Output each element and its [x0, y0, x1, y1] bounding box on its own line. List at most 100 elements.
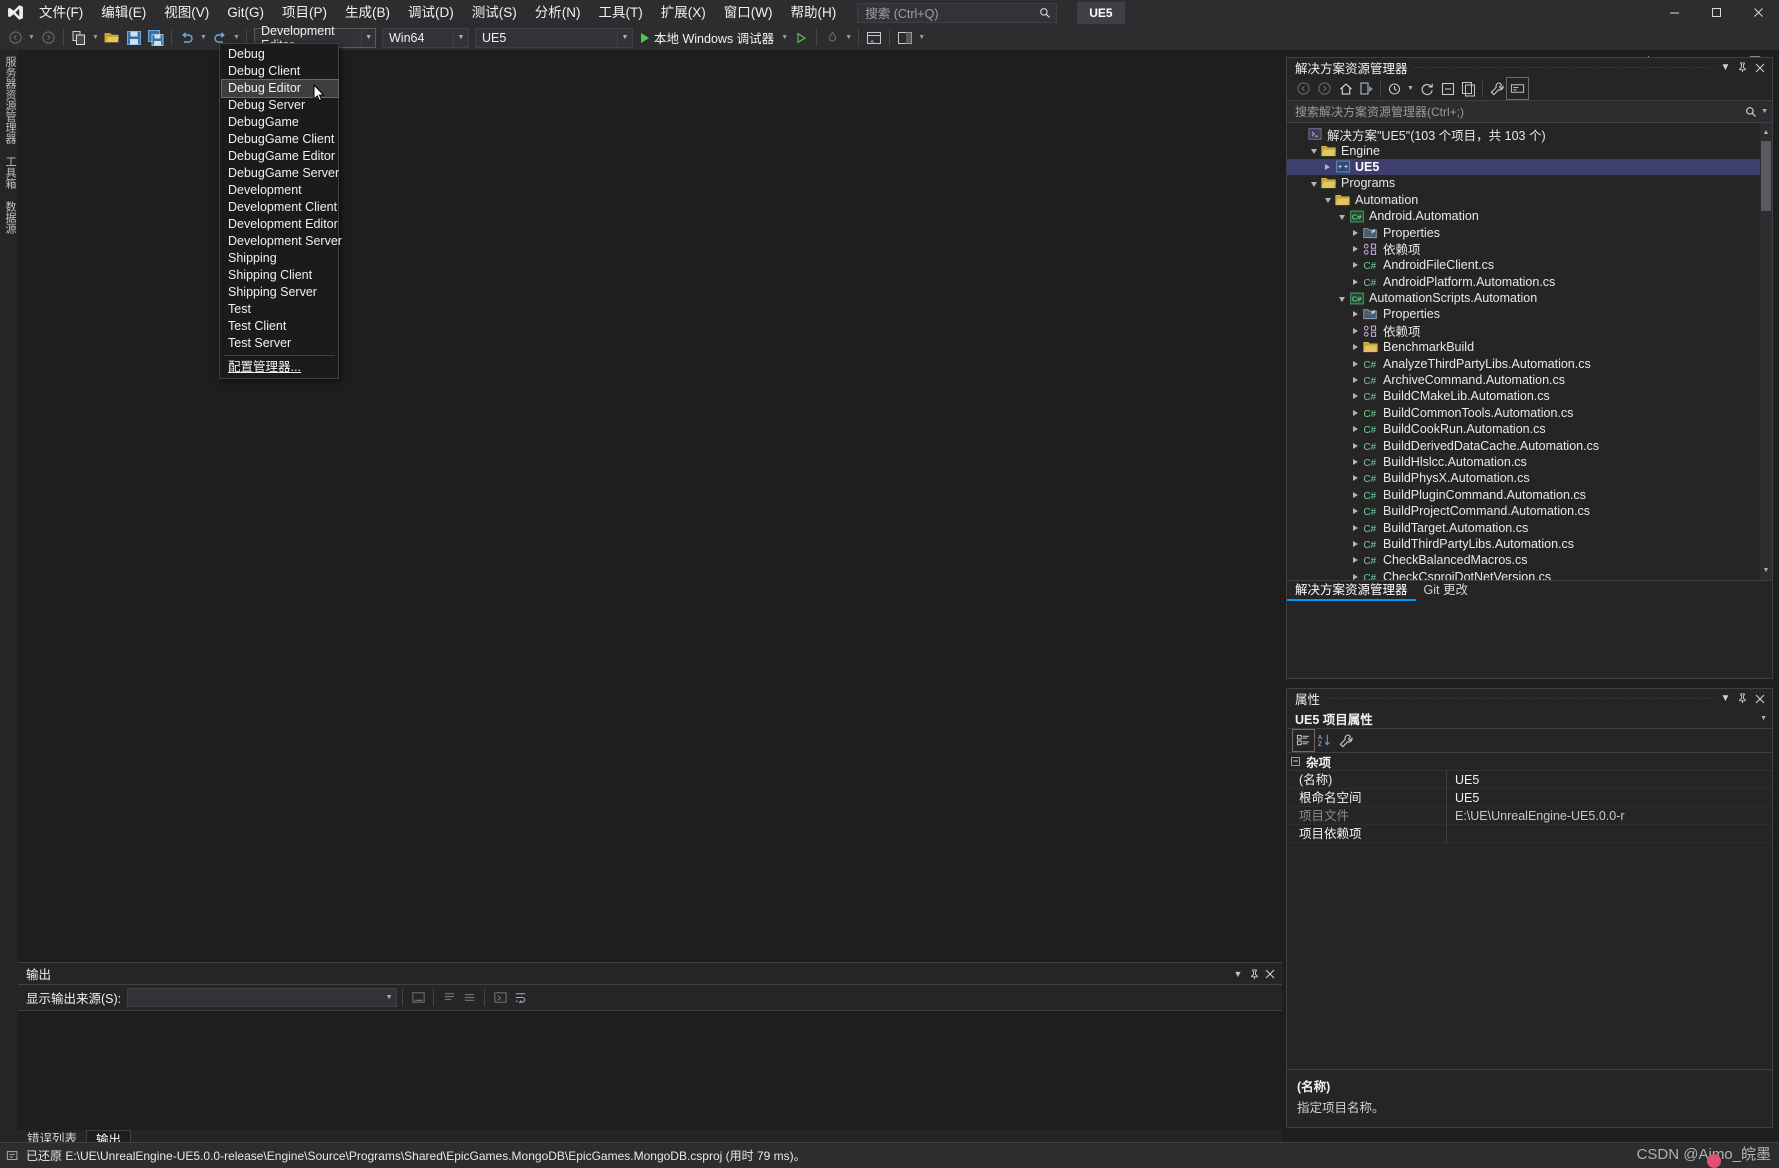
refresh-icon[interactable]: [1416, 78, 1437, 99]
rail-tab-data-sources[interactable]: 数据源: [0, 195, 20, 240]
drag-handle[interactable]: [1413, 58, 1711, 77]
hot-reload-dropdown-icon[interactable]: ▼: [843, 27, 854, 49]
tree-item[interactable]: C# ArchiveCommand.Automation.cs: [1287, 372, 1772, 388]
property-value[interactable]: E:\UE\UnrealEngine-UE5.0.0-r: [1447, 807, 1772, 825]
config-option-shipping-server[interactable]: Shipping Server: [222, 284, 338, 301]
property-row[interactable]: 根命名空间 UE5: [1287, 788, 1772, 807]
chevron-right-icon[interactable]: [1349, 405, 1362, 421]
chevron-right-icon[interactable]: [1349, 241, 1362, 257]
tree-item[interactable]: + + UE5: [1287, 158, 1772, 176]
properties-icon[interactable]: [1486, 78, 1507, 99]
menu-project[interactable]: 项目(P): [273, 0, 336, 25]
layout-icon[interactable]: [894, 27, 916, 49]
chevron-right-icon[interactable]: [1349, 372, 1362, 388]
navigate-back-icon[interactable]: [4, 27, 26, 49]
preview-selected-items-icon[interactable]: [1506, 77, 1529, 100]
chevron-right-icon[interactable]: [1349, 339, 1362, 355]
config-option-debuggame[interactable]: DebugGame: [222, 114, 338, 131]
tree-item[interactable]: Programs: [1287, 175, 1772, 191]
chevron-down-icon[interactable]: ▼: [1405, 78, 1416, 99]
close-icon[interactable]: [1262, 963, 1278, 985]
tree-item[interactable]: C# AnalyzeThirdPartyLibs.Automation.cs: [1287, 355, 1772, 371]
config-option-debug[interactable]: Debug: [222, 46, 338, 63]
hot-reload-icon[interactable]: [821, 27, 843, 49]
collapse-all-icon[interactable]: [1437, 78, 1458, 99]
config-option-shipping[interactable]: Shipping: [222, 250, 338, 267]
menu-analyze[interactable]: 分析(N): [526, 0, 590, 25]
chevron-down-icon[interactable]: ▼: [1230, 963, 1246, 985]
tree-item[interactable]: C# BuildCommonTools.Automation.cs: [1287, 405, 1772, 421]
output-text-area[interactable]: [18, 1011, 1282, 1129]
tree-item[interactable]: Properties: [1287, 306, 1772, 322]
drag-handle[interactable]: [1326, 689, 1711, 708]
property-pages-icon[interactable]: [1335, 730, 1356, 751]
chevron-down-icon[interactable]: ▼: [1717, 58, 1734, 77]
tree-item[interactable]: C# AndroidFileClient.cs: [1287, 257, 1772, 273]
menu-edit[interactable]: 编辑(E): [92, 0, 155, 25]
save-all-icon[interactable]: [145, 27, 167, 49]
chevron-right-icon[interactable]: [1349, 388, 1362, 404]
chevron-right-icon[interactable]: [1349, 438, 1362, 454]
properties-grid[interactable]: − 杂项 (名称) UE5 根命名空间 UE5 项目文件 E:\UE\UnrealEngi…: [1287, 753, 1772, 1021]
rail-tab-toolbox[interactable]: 工具箱: [0, 150, 20, 195]
chevron-right-icon[interactable]: [1349, 536, 1362, 552]
chevron-down-icon[interactable]: [1307, 175, 1320, 191]
menu-extensions[interactable]: 扩展(X): [652, 0, 715, 25]
menu-tools[interactable]: 工具(T): [590, 0, 652, 25]
config-option-debug-client[interactable]: Debug Client: [222, 63, 338, 80]
tree-item[interactable]: C# BuildThirdPartyLibs.Automation.cs: [1287, 536, 1772, 552]
config-option-debug-editor[interactable]: Debug Editor: [221, 79, 339, 98]
chevron-down-icon[interactable]: ▼: [1760, 715, 1767, 722]
chevron-right-icon[interactable]: [1349, 520, 1362, 536]
chevron-right-icon[interactable]: [1349, 274, 1362, 290]
chevron-down-icon[interactable]: [1335, 208, 1348, 224]
config-option-development-client[interactable]: Development Client: [222, 199, 338, 216]
tab-solution-explorer[interactable]: 解决方案资源管理器: [1287, 580, 1416, 601]
close-icon[interactable]: [1751, 689, 1768, 708]
toggle-word-wrap-icon[interactable]: [510, 987, 530, 1008]
property-row[interactable]: 项目依赖项: [1287, 824, 1772, 843]
scrollbar-thumb[interactable]: [1761, 141, 1771, 211]
config-option-debuggame-editor[interactable]: DebugGame Editor: [222, 148, 338, 165]
menu-file[interactable]: 文件(F): [30, 0, 92, 25]
chevron-right-icon[interactable]: [1349, 569, 1362, 580]
config-option-development-server[interactable]: Development Server: [222, 233, 342, 250]
config-option-shipping-client[interactable]: Shipping Client: [222, 267, 338, 284]
navigate-back-dropdown-icon[interactable]: ▼: [26, 27, 37, 49]
start-debugging-dropdown-icon[interactable]: ▼: [779, 27, 790, 49]
menu-view[interactable]: 视图(V): [155, 0, 218, 25]
menu-test[interactable]: 测试(S): [463, 0, 526, 25]
chevron-right-icon[interactable]: [1349, 306, 1362, 322]
tree-item[interactable]: 依赖项: [1287, 323, 1772, 339]
chevron-right-icon[interactable]: [1349, 257, 1362, 273]
go-to-message-icon[interactable]: [490, 987, 510, 1008]
find-message-icon[interactable]: [408, 987, 428, 1008]
solution-explorer-search-input[interactable]: 搜索解决方案资源管理器(Ctrl+;) ▼: [1287, 101, 1772, 123]
pin-icon[interactable]: [1734, 58, 1751, 77]
save-icon[interactable]: [123, 27, 145, 49]
tree-item[interactable]: C# BuildCookRun.Automation.cs: [1287, 421, 1772, 437]
chevron-right-icon[interactable]: [1349, 323, 1362, 339]
property-value[interactable]: UE5: [1447, 771, 1772, 789]
tree-item[interactable]: C# BuildDerivedDataCache.Automation.cs: [1287, 437, 1772, 453]
solution-platform-combo[interactable]: Win64 ▼: [382, 27, 469, 48]
chevron-down-icon[interactable]: ▼: [361, 28, 375, 47]
tree-item[interactable]: BenchmarkBuild: [1287, 339, 1772, 355]
chevron-down-icon[interactable]: ▼: [1761, 108, 1768, 115]
tree-item[interactable]: C# BuildPhysX.Automation.cs: [1287, 470, 1772, 486]
menu-build[interactable]: 生成(B): [336, 0, 399, 25]
chevron-down-icon[interactable]: ▼: [617, 28, 632, 47]
output-source-combo[interactable]: ▼: [127, 988, 398, 1007]
chevron-down-icon[interactable]: ▼: [453, 28, 468, 47]
rail-tab-server-explorer[interactable]: 服务器资源管理器: [0, 50, 20, 150]
solution-explorer-tree[interactable]: ▲ ▼ 解决方案"UE5"(103 个项目，共 103 个) Engine + + U…: [1287, 123, 1772, 580]
chevron-right-icon[interactable]: [1349, 356, 1362, 372]
startup-project-combo[interactable]: UE5 ▼: [475, 27, 633, 48]
menu-help[interactable]: 帮助(H): [781, 0, 845, 25]
tree-item[interactable]: Automation: [1287, 192, 1772, 208]
home-icon[interactable]: [1335, 78, 1356, 99]
tree-item[interactable]: C# CheckCsprojDotNetVersion.cs: [1287, 569, 1772, 580]
open-file-icon[interactable]: [101, 27, 123, 49]
preview-window-icon[interactable]: [863, 27, 885, 49]
tree-item[interactable]: C# BuildHlslcc.Automation.cs: [1287, 454, 1772, 470]
